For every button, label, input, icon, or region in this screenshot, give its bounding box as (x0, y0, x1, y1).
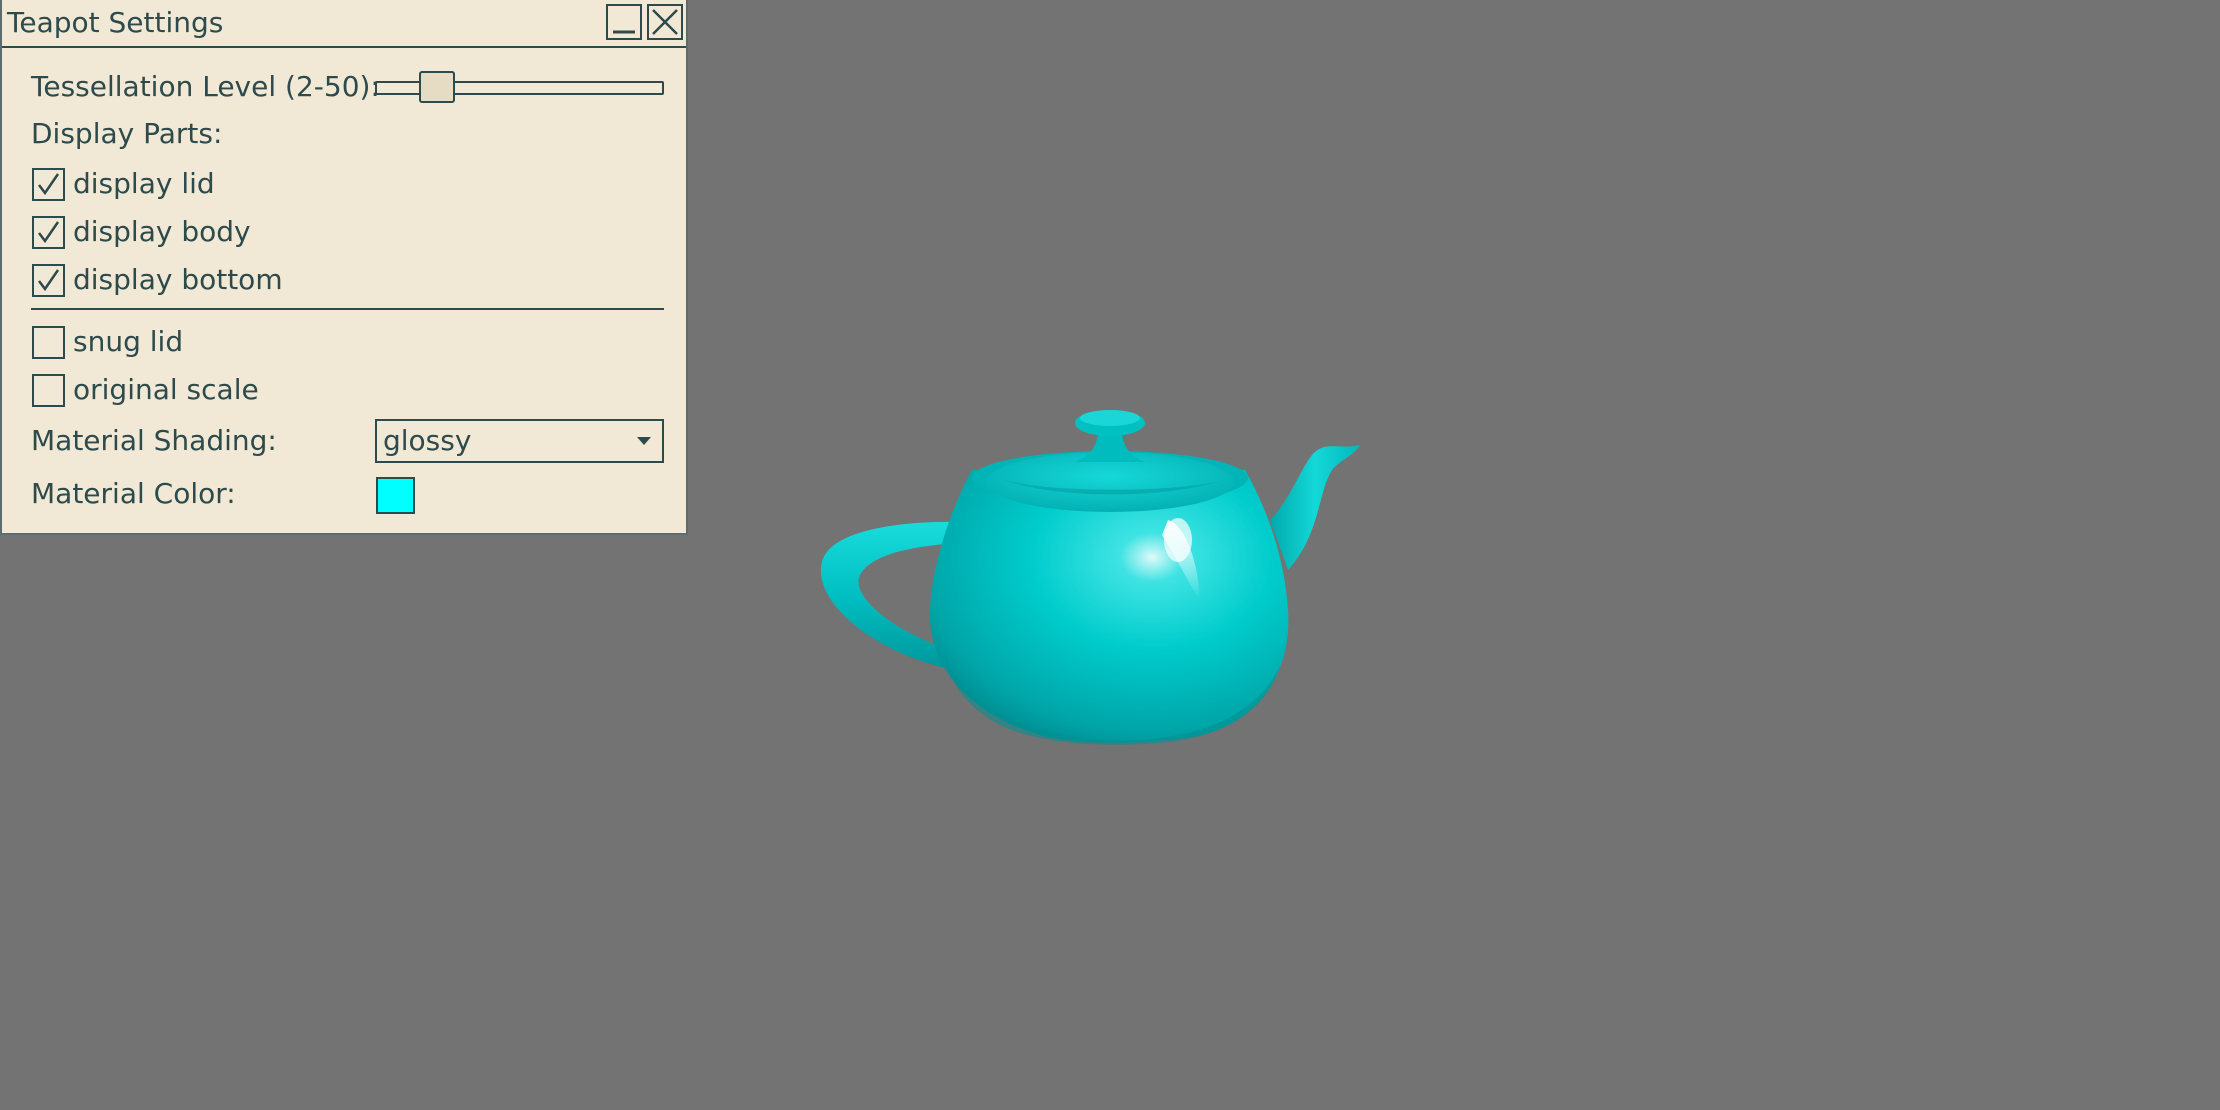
display-lid-checkbox[interactable] (32, 168, 65, 201)
snug-lid-checkbox[interactable] (32, 326, 65, 359)
checkmark-icon (38, 269, 60, 292)
material-shading-select[interactable]: glossy (375, 419, 664, 463)
material-color-swatch[interactable] (376, 477, 415, 514)
snug-lid-label[interactable]: snug lid (73, 325, 183, 359)
display-bottom-checkbox[interactable] (32, 264, 65, 297)
checkmark-icon (38, 221, 60, 244)
original-scale-checkbox[interactable] (32, 374, 65, 407)
separator (31, 308, 664, 310)
display-body-checkbox[interactable] (32, 216, 65, 249)
display-lid-label[interactable]: display lid (73, 167, 215, 201)
teapot-spout (1270, 445, 1360, 570)
original-scale-label[interactable]: original scale (73, 373, 259, 407)
display-body-label[interactable]: display body (73, 215, 251, 249)
close-icon (652, 9, 678, 35)
title-bar[interactable]: Teapot Settings (2, 0, 686, 48)
checkmark-icon (38, 173, 60, 196)
material-shading-value: glossy (383, 424, 472, 457)
window-title: Teapot Settings (7, 6, 224, 39)
display-parts-heading: Display Parts: (31, 117, 223, 150)
tessellation-label: Tessellation Level (2-50): (31, 70, 380, 103)
close-button[interactable] (647, 4, 683, 40)
tessellation-slider-thumb[interactable] (418, 71, 455, 103)
minimize-button[interactable] (606, 4, 642, 40)
material-shading-label: Material Shading: (31, 424, 277, 457)
material-color-label: Material Color: (31, 477, 236, 510)
display-bottom-label[interactable]: display bottom (73, 263, 283, 297)
dropdown-arrow-icon (637, 437, 651, 445)
minimize-icon (613, 30, 635, 34)
teapot-settings-panel: Teapot Settings Tessellation Level (2-50… (0, 0, 688, 535)
